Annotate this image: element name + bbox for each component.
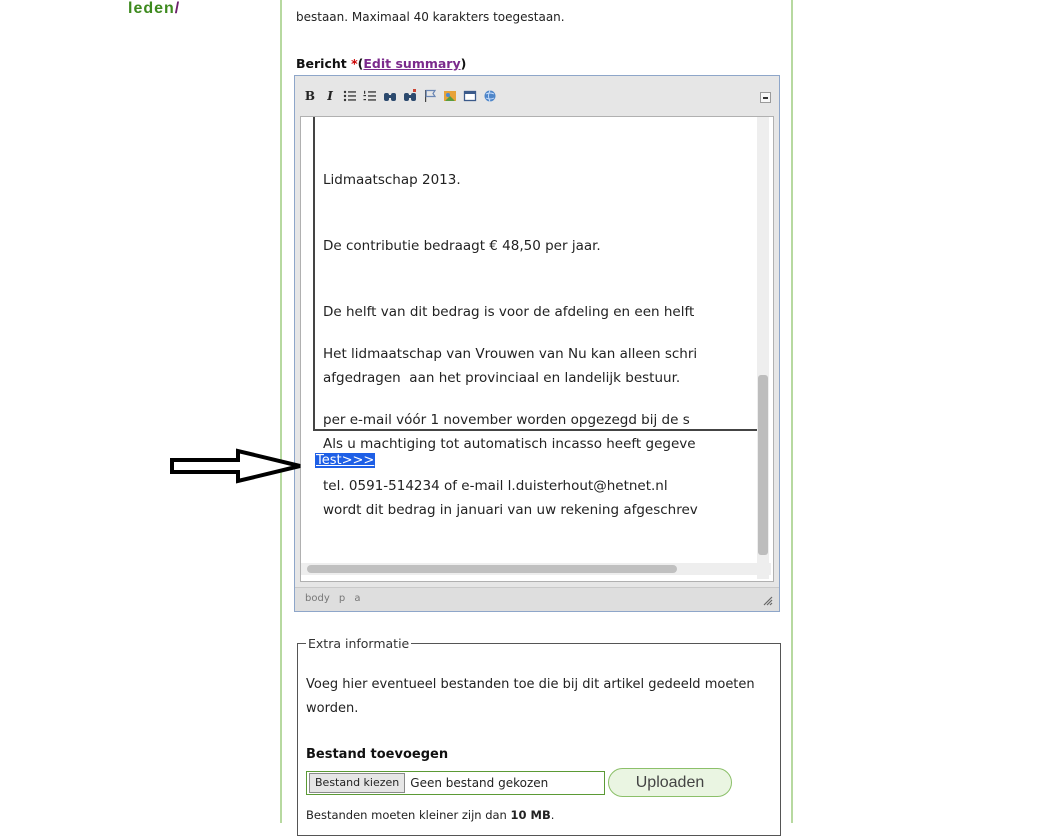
horizontal-scrollbar-thumb[interactable] [307, 565, 677, 573]
extra-info-description: Voeg hier eventueel bestanden toe die bi… [306, 677, 755, 716]
rich-text-editor: B I Lidmaatschap 2013. De contributie be… [294, 75, 780, 612]
pointer-arrow-icon [170, 448, 301, 484]
title-length-note: bestaan. Maximaal 40 karakters toegestaa… [296, 10, 565, 24]
content-line: per e-mail vóór 1 november worden opgeze… [323, 412, 690, 428]
bold-button[interactable]: B [303, 87, 317, 105]
no-file-text: Geen bestand gekozen [410, 776, 549, 790]
numbered-list-icon[interactable] [363, 87, 377, 105]
binoculars-replace-icon[interactable] [403, 87, 417, 105]
edit-summary-close-paren: ) [460, 56, 467, 71]
content-paragraph-2: Het lidmaatschap van Vrouwen van Nu kan … [323, 299, 697, 541]
upload-heading: Bestand toevoegen [306, 747, 449, 762]
size-note-prefix: Bestanden moeten kleiner zijn dan [306, 808, 511, 822]
site-logo[interactable]: leden/ [128, 0, 180, 18]
content-border-left [280, 0, 282, 823]
content-line: De contributie bedraagt € 48,50 per jaar… [323, 238, 601, 254]
bullet-list-icon[interactable] [343, 87, 357, 105]
content-line: tel. 0591-514234 of e-mail l.duisterhout… [323, 478, 668, 494]
horizontal-scrollbar[interactable] [301, 563, 771, 575]
table-icon[interactable] [463, 87, 477, 105]
file-input[interactable]: Bestand kiezen Geen bestand gekozen [306, 771, 605, 795]
logo-text: leden [128, 0, 175, 17]
extra-info-legend: Extra informatie [308, 636, 410, 651]
file-size-note: Bestanden moeten kleiner zijn dan 10 MB. [306, 808, 554, 822]
editor-statusbar: body p a [295, 587, 779, 611]
content-box: Lidmaatschap 2013. De contributie bedraa… [313, 117, 763, 518]
element-path[interactable]: body p a [305, 593, 361, 604]
vertical-scrollbar-thumb[interactable] [758, 375, 768, 555]
choose-file-button[interactable]: Bestand kiezen [309, 773, 406, 793]
content-border-right [791, 0, 793, 823]
italic-button[interactable]: I [323, 87, 337, 105]
binoculars-icon[interactable] [383, 87, 397, 105]
size-note-value: 10 MB [510, 808, 551, 822]
message-label-text: Bericht [296, 56, 347, 71]
image-icon[interactable] [443, 87, 457, 105]
content-line: Lidmaatschap 2013. [323, 172, 461, 188]
upload-button[interactable]: Uploaden [608, 768, 732, 797]
extra-info-fieldset: Extra informatie Voeg hier eventueel bes… [297, 636, 781, 836]
logo-slash: / [174, 0, 181, 17]
message-field-label: Bericht *(Edit summary) [296, 56, 466, 71]
vertical-scrollbar[interactable] [757, 117, 769, 579]
edit-summary-link[interactable]: Edit summary [363, 56, 460, 71]
size-note-suffix: . [550, 808, 555, 822]
resize-grip-icon[interactable] [763, 596, 773, 606]
selected-link-text[interactable]: Test>>> [315, 453, 376, 468]
flag-icon[interactable] [423, 87, 437, 105]
content-line: Het lidmaatschap van Vrouwen van Nu kan … [323, 346, 698, 362]
toolbar-collapse-button[interactable] [760, 92, 771, 103]
editor-content-area[interactable]: Lidmaatschap 2013. De contributie bedraa… [300, 116, 774, 582]
editor-toolbar: B I [303, 82, 497, 110]
globe-link-icon[interactable] [483, 87, 497, 105]
